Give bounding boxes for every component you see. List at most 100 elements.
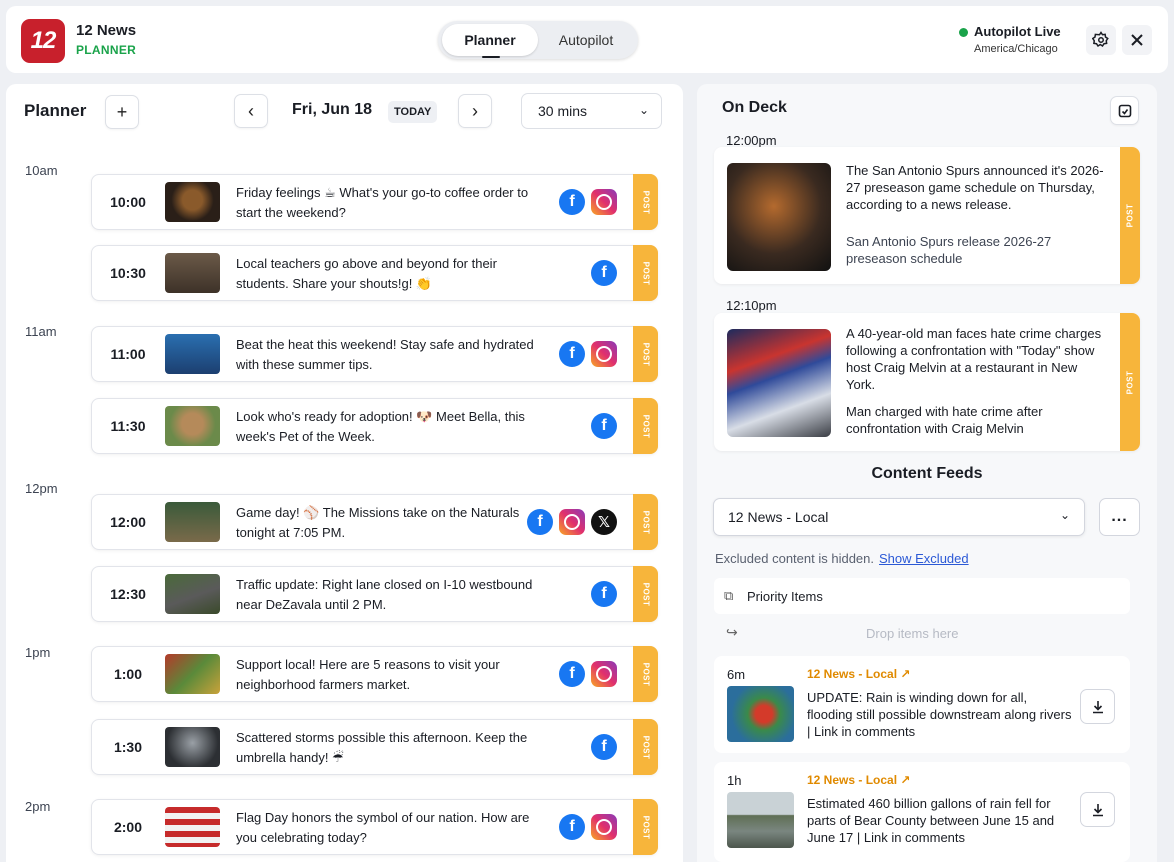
top-bar: 12 12 News PLANNER Planner Autopilot Aut… [6, 6, 1168, 73]
post-thumbnail [165, 182, 220, 222]
post-time: 10:00 [110, 194, 146, 210]
autopilot-status: Autopilot Live [974, 24, 1061, 39]
facebook-icon: f [559, 341, 585, 367]
interval-select[interactable]: 30 mins ⌄ [521, 93, 662, 129]
feed-item[interactable]: 6m 12 News - Local ↗ UPDATE: Rain is win… [714, 656, 1130, 753]
download-button[interactable] [1080, 689, 1115, 724]
police-car-thumbnail [727, 329, 831, 437]
platform-icons: f [559, 661, 617, 687]
today-button[interactable]: TODAY [388, 101, 438, 123]
next-day-button[interactable]: › [458, 94, 492, 128]
on-deck-title: On Deck [722, 99, 787, 116]
radar-thumbnail [727, 686, 794, 742]
facebook-icon: f [591, 260, 617, 286]
post-thumbnail [165, 727, 220, 767]
post-thumbnail [165, 807, 220, 847]
on-deck-headline: San Antonio Spurs release 2026-27 presea… [846, 234, 1052, 266]
hour-label: 11am [25, 324, 57, 339]
close-button[interactable] [1122, 25, 1152, 55]
excluded-note: Excluded content is hidden. Show Excluded [715, 551, 969, 566]
post-time: 10:30 [110, 265, 146, 281]
post-label: POST [633, 799, 658, 855]
post-label: POST [633, 245, 658, 301]
excluded-text: Excluded content is hidden. [715, 551, 874, 566]
scheduled-post[interactable]: 1:30 Scattered storms possible this after… [91, 719, 658, 775]
tab-autopilot[interactable]: Autopilot [538, 24, 634, 56]
download-button[interactable] [1080, 792, 1115, 827]
chevron-right-icon: › [472, 100, 478, 121]
priority-icon: ⧉ [724, 588, 734, 603]
external-link-icon: ↗ [900, 667, 911, 681]
feed-age: 1h [727, 773, 742, 788]
feed-source: 12 News - Local ↗ [807, 667, 911, 681]
download-icon [1092, 700, 1103, 713]
instagram-icon [559, 509, 585, 535]
hour-label: 10am [25, 163, 58, 178]
drop-zone[interactable]: ↪ Drop items here [726, 624, 1126, 641]
scheduled-post[interactable]: 12:00 Game day! ⚾ The Missions take on th… [91, 494, 658, 550]
on-deck-text: The San Antonio Spurs announced it's 202… [846, 163, 1104, 212]
on-deck-action-button[interactable] [1110, 96, 1139, 125]
scheduled-post[interactable]: 10:30 Local teachers go above and beyond … [91, 245, 658, 301]
priority-items[interactable]: ⧉ Priority Items [714, 578, 1130, 614]
chevron-down-icon: ⌄ [1059, 508, 1070, 522]
post-time: 11:00 [110, 346, 146, 362]
add-post-button[interactable]: + [105, 95, 139, 129]
chevron-down-icon: ⌄ [638, 103, 649, 117]
post-thumbnail [165, 502, 220, 542]
post-text: Support local! Here are 5 reasons to vis… [236, 657, 500, 692]
scheduled-post[interactable]: 1:00 Support local! Here are 5 reasons to… [91, 646, 658, 702]
post-label: POST [1120, 147, 1140, 284]
drop-arrow-icon: ↪ [726, 624, 738, 640]
hour-label: 12pm [25, 481, 58, 496]
prev-day-button[interactable]: ‹ [234, 94, 268, 128]
on-deck-card[interactable]: A 40-year-old man faces hate crime charg… [714, 313, 1140, 451]
priority-label: Priority Items [747, 588, 823, 604]
on-deck-time: 12:10pm [726, 298, 777, 313]
facebook-icon: f [559, 189, 585, 215]
platform-icons: f [559, 341, 617, 367]
platform-icons: f [559, 814, 617, 840]
post-text: Local teachers go above and beyond for t… [236, 256, 497, 291]
on-deck-card[interactable]: The San Antonio Spurs announced it's 202… [714, 147, 1140, 284]
chevron-left-icon: ‹ [248, 100, 254, 121]
scheduled-post[interactable]: 11:30 Look who's ready for adoption! 🐶 Me… [91, 398, 658, 454]
post-text: Beat the heat this weekend! Stay safe an… [236, 337, 534, 372]
post-time: 1:30 [113, 739, 143, 755]
planner-panel: Planner + ‹ Fri, Jun 18 TODAY › 30 mins … [6, 84, 683, 862]
feed-select-value: 12 News - Local [728, 509, 829, 525]
current-date: Fri, Jun 18 [292, 101, 373, 118]
post-text: Traffic update: Right lane closed on I-1… [236, 577, 533, 612]
post-thumbnail [165, 406, 220, 446]
feed-item[interactable]: 1h 12 News - Local ↗ Estimated 460 billi… [714, 762, 1130, 862]
scheduled-post[interactable]: 10:00 Friday feelings ☕ What's your go-to… [91, 174, 658, 230]
hour-label: 1pm [25, 645, 51, 660]
brand-title: 12 News [76, 22, 137, 39]
settings-button[interactable] [1086, 25, 1116, 55]
planner-title: Planner [24, 101, 87, 120]
scheduled-post[interactable]: 12:30 Traffic update: Right lane closed o… [91, 566, 658, 622]
gear-icon [1092, 31, 1109, 48]
facebook-icon: f [559, 814, 585, 840]
content-feeds-title: Content Feeds [871, 465, 983, 482]
scheduled-post[interactable]: 11:00 Beat the heat this weekend! Stay sa… [91, 326, 658, 382]
tab-planner[interactable]: Planner [442, 24, 538, 58]
post-thumbnail [165, 253, 220, 293]
scheduled-post[interactable]: 2:00 Flag Day honors the symbol of our na… [91, 799, 658, 855]
feed-text: UPDATE: Rain is winding down for all, fl… [807, 690, 1072, 739]
instagram-icon [591, 661, 617, 687]
platform-icons: f [591, 260, 617, 286]
show-excluded-link[interactable]: Show Excluded [879, 551, 969, 566]
live-status-dot [959, 28, 968, 37]
on-deck-panel: On Deck 12:00pm The San Antonio Spurs an… [697, 84, 1157, 862]
feed-more-button[interactable]: ... [1099, 498, 1140, 536]
post-text: Friday feelings ☕ What's your go-to coff… [236, 185, 529, 220]
feed-text: Estimated 460 billion gallons of rain fe… [807, 796, 1055, 845]
hour-label: 2pm [25, 799, 51, 814]
post-text: Scattered storms possible this afternoon… [236, 730, 528, 765]
post-label: POST [633, 646, 658, 702]
mode-switch: Planner Autopilot [438, 21, 638, 59]
feed-select[interactable]: 12 News - Local ⌄ [713, 498, 1085, 536]
instagram-icon [591, 189, 617, 215]
instagram-icon [591, 814, 617, 840]
